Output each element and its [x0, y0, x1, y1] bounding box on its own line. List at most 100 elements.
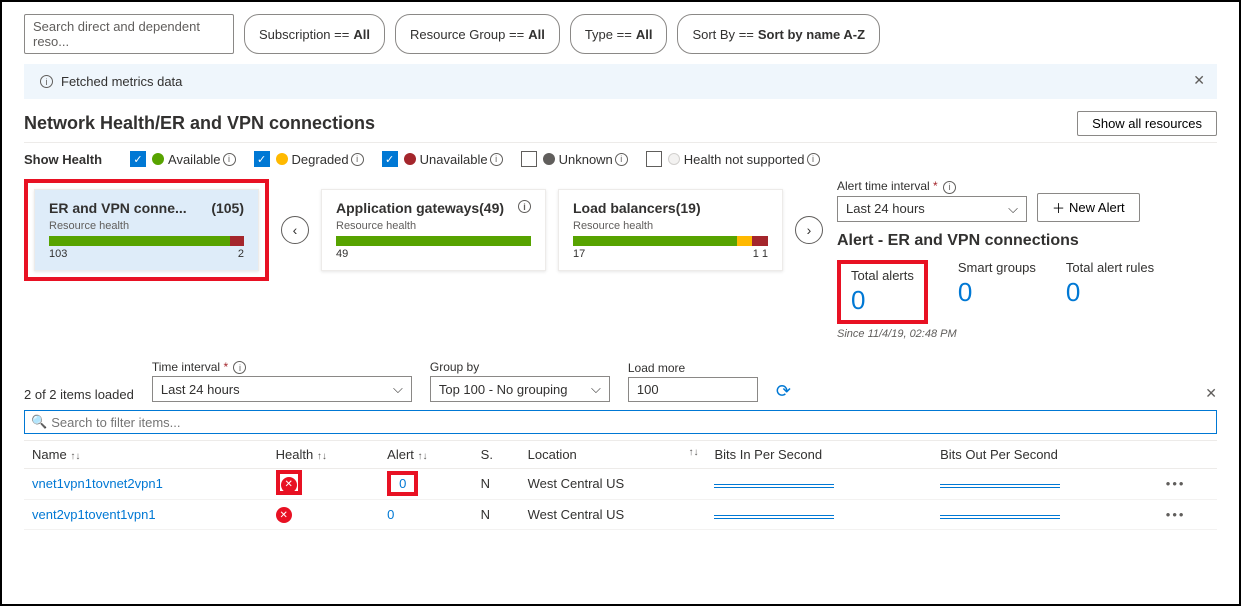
bar-label-left: 103 [49, 248, 67, 260]
info-icon: i [223, 153, 236, 166]
show-all-resources-button[interactable]: Show all resources [1077, 111, 1217, 136]
search-icon: 🔍 [31, 414, 47, 430]
alert-metrics: Total alerts 0 Smart groups 0 Total aler… [837, 260, 1217, 324]
list-controls: 2 of 2 items loaded Time interval * i La… [24, 360, 1217, 403]
alert-count-link[interactable]: 0 [387, 507, 394, 522]
col-health[interactable]: Health ↑↓ [268, 441, 380, 469]
new-alert-button[interactable]: ＋New Alert [1037, 193, 1140, 222]
card-subtitle: Resource health [573, 220, 768, 232]
group-by-select[interactable]: Top 100 - No grouping⌵ [430, 376, 610, 402]
cell-location: West Central US [520, 499, 707, 530]
card-title: Application gateways(49) [336, 200, 504, 216]
resource-link[interactable]: vent2vp1tovent1vpn1 [32, 507, 156, 522]
sparkline-bits-in [714, 484, 834, 488]
row-menu-icon[interactable]: ••• [1166, 476, 1186, 491]
info-icon: i [40, 75, 53, 88]
alert-interval-label: Alert time interval [837, 179, 930, 193]
row-menu-icon[interactable]: ••• [1166, 507, 1186, 522]
banner-text: Fetched metrics data [61, 74, 182, 89]
metric-total-alerts[interactable]: Total alerts 0 [851, 268, 914, 316]
bar-label-right: 2 [238, 248, 244, 260]
col-bits-out[interactable]: Bits Out Per Second [932, 441, 1158, 469]
filter-value: Sort by name A-Z [758, 27, 865, 42]
table-row: vnet1vpn1tovnet2vpn1 ✕ 0 N West Central … [24, 469, 1217, 500]
col-name[interactable]: Name ↑↓ [24, 441, 268, 469]
metric-smart-groups[interactable]: Smart groups 0 [958, 260, 1036, 324]
col-bits-in[interactable]: Bits In Per Second [706, 441, 932, 469]
input-value: 100 [637, 382, 659, 397]
close-icon[interactable]: ✕ [1193, 72, 1205, 89]
select-value: Last 24 hours [161, 382, 240, 397]
info-icon: i [807, 153, 820, 166]
filter-subscription[interactable]: Subscription == All [244, 14, 385, 54]
show-health-label: Show Health [24, 152, 102, 167]
resources-table: Name ↑↓ Health ↑↓ Alert ↑↓ S. Location ↑… [24, 440, 1217, 530]
alert-count-link[interactable]: 0 [399, 476, 406, 491]
plus-icon: ＋ [1052, 198, 1065, 217]
loaded-count: 2 of 2 items loaded [24, 387, 134, 402]
metric-label: Smart groups [958, 260, 1036, 275]
card-title: Load balancers(19) [573, 200, 701, 216]
group-by-label: Group by [430, 360, 610, 374]
health-filter-unavailable[interactable]: Unavailablei [382, 151, 503, 167]
sparkline-bits-out [940, 484, 1060, 488]
bar-label-right: 1 1 [753, 248, 768, 260]
chevron-down-icon: ⌵ [393, 381, 403, 397]
metric-value: 0 [851, 285, 914, 316]
load-more-label: Load more [628, 361, 758, 375]
health-filter-unknown[interactable]: Unknowni [521, 151, 628, 167]
filter-type[interactable]: Type == All [570, 14, 668, 54]
alert-panel: Alert time interval * i Last 24 hours⌵ ＋… [837, 179, 1217, 340]
card-load-balancers[interactable]: Load balancers(19) Resource health 17 1 1 [558, 189, 783, 271]
carousel-prev-button[interactable]: ‹ [281, 216, 309, 244]
load-more-input[interactable]: 100 [628, 377, 758, 402]
cell-s: N [473, 499, 520, 530]
chevron-down-icon: ⌵ [1008, 201, 1018, 217]
health-filter-available[interactable]: Availablei [130, 151, 236, 167]
resource-link[interactable]: vnet1vpn1tovnet2vpn1 [32, 476, 163, 491]
col-s[interactable]: S. [473, 441, 520, 469]
title-row: Network Health/ER and VPN connections Sh… [24, 111, 1217, 143]
card-er-vpn[interactable]: ER and VPN conne... (105) Resource healt… [34, 189, 259, 271]
metric-alert-rules[interactable]: Total alert rules 0 [1066, 260, 1154, 324]
filter-text-field[interactable] [51, 415, 1210, 430]
highlight-selected-card: ER and VPN conne... (105) Resource healt… [24, 179, 269, 281]
card-app-gateways[interactable]: Application gateways(49) i Resource heal… [321, 189, 546, 271]
health-filter-unsupported[interactable]: Health not supportedi [646, 151, 820, 167]
close-icon[interactable]: ✕ [1205, 385, 1217, 402]
info-icon: i [490, 153, 503, 166]
time-interval-select[interactable]: Last 24 hours ⌵ [152, 376, 412, 402]
metric-label: Total alerts [851, 268, 914, 283]
filter-label: Unavailable [420, 152, 488, 167]
table-header: Name ↑↓ Health ↑↓ Alert ↑↓ S. Location ↑… [24, 441, 1217, 469]
carousel-next-button[interactable]: › [795, 216, 823, 244]
bar-label-left: 17 [573, 248, 585, 260]
health-filter-degraded[interactable]: Degradedi [254, 151, 364, 167]
toolbar: Search direct and dependent reso... Subs… [24, 14, 1217, 54]
card-title: ER and VPN conne... [49, 200, 187, 216]
filter-label: Type [585, 27, 613, 42]
health-bar [49, 236, 244, 246]
card-count: (105) [211, 200, 244, 216]
filter-sort[interactable]: Sort By == Sort by name A-Z [677, 14, 880, 54]
filter-items-input[interactable]: 🔍 [24, 410, 1217, 434]
page-title: Network Health/ER and VPN connections [24, 113, 375, 134]
alert-interval-select[interactable]: Last 24 hours⌵ [837, 196, 1027, 222]
col-alert[interactable]: Alert ↑↓ [379, 441, 473, 469]
filter-op: == [739, 27, 754, 42]
filter-label: Health not supported [684, 152, 805, 167]
filter-label: Sort By [692, 27, 735, 42]
since-text: Since 11/4/19, 02:48 PM [837, 328, 1217, 340]
health-bar [336, 236, 531, 246]
main-row: ER and VPN conne... (105) Resource healt… [24, 179, 1217, 340]
card-subtitle: Resource health [336, 220, 531, 232]
refresh-icon[interactable]: ⟳ [776, 381, 791, 402]
search-input[interactable]: Search direct and dependent reso... [24, 14, 234, 54]
sparkline-bits-out [940, 515, 1060, 519]
metric-label: Total alert rules [1066, 260, 1154, 275]
error-icon: ✕ [276, 507, 292, 523]
col-location[interactable]: Location ↑↓ [520, 441, 707, 469]
table-row: vent2vp1tovent1vpn1 ✕ 0 N West Central U… [24, 499, 1217, 530]
filter-value: All [528, 27, 545, 42]
filter-resource-group[interactable]: Resource Group == All [395, 14, 560, 54]
